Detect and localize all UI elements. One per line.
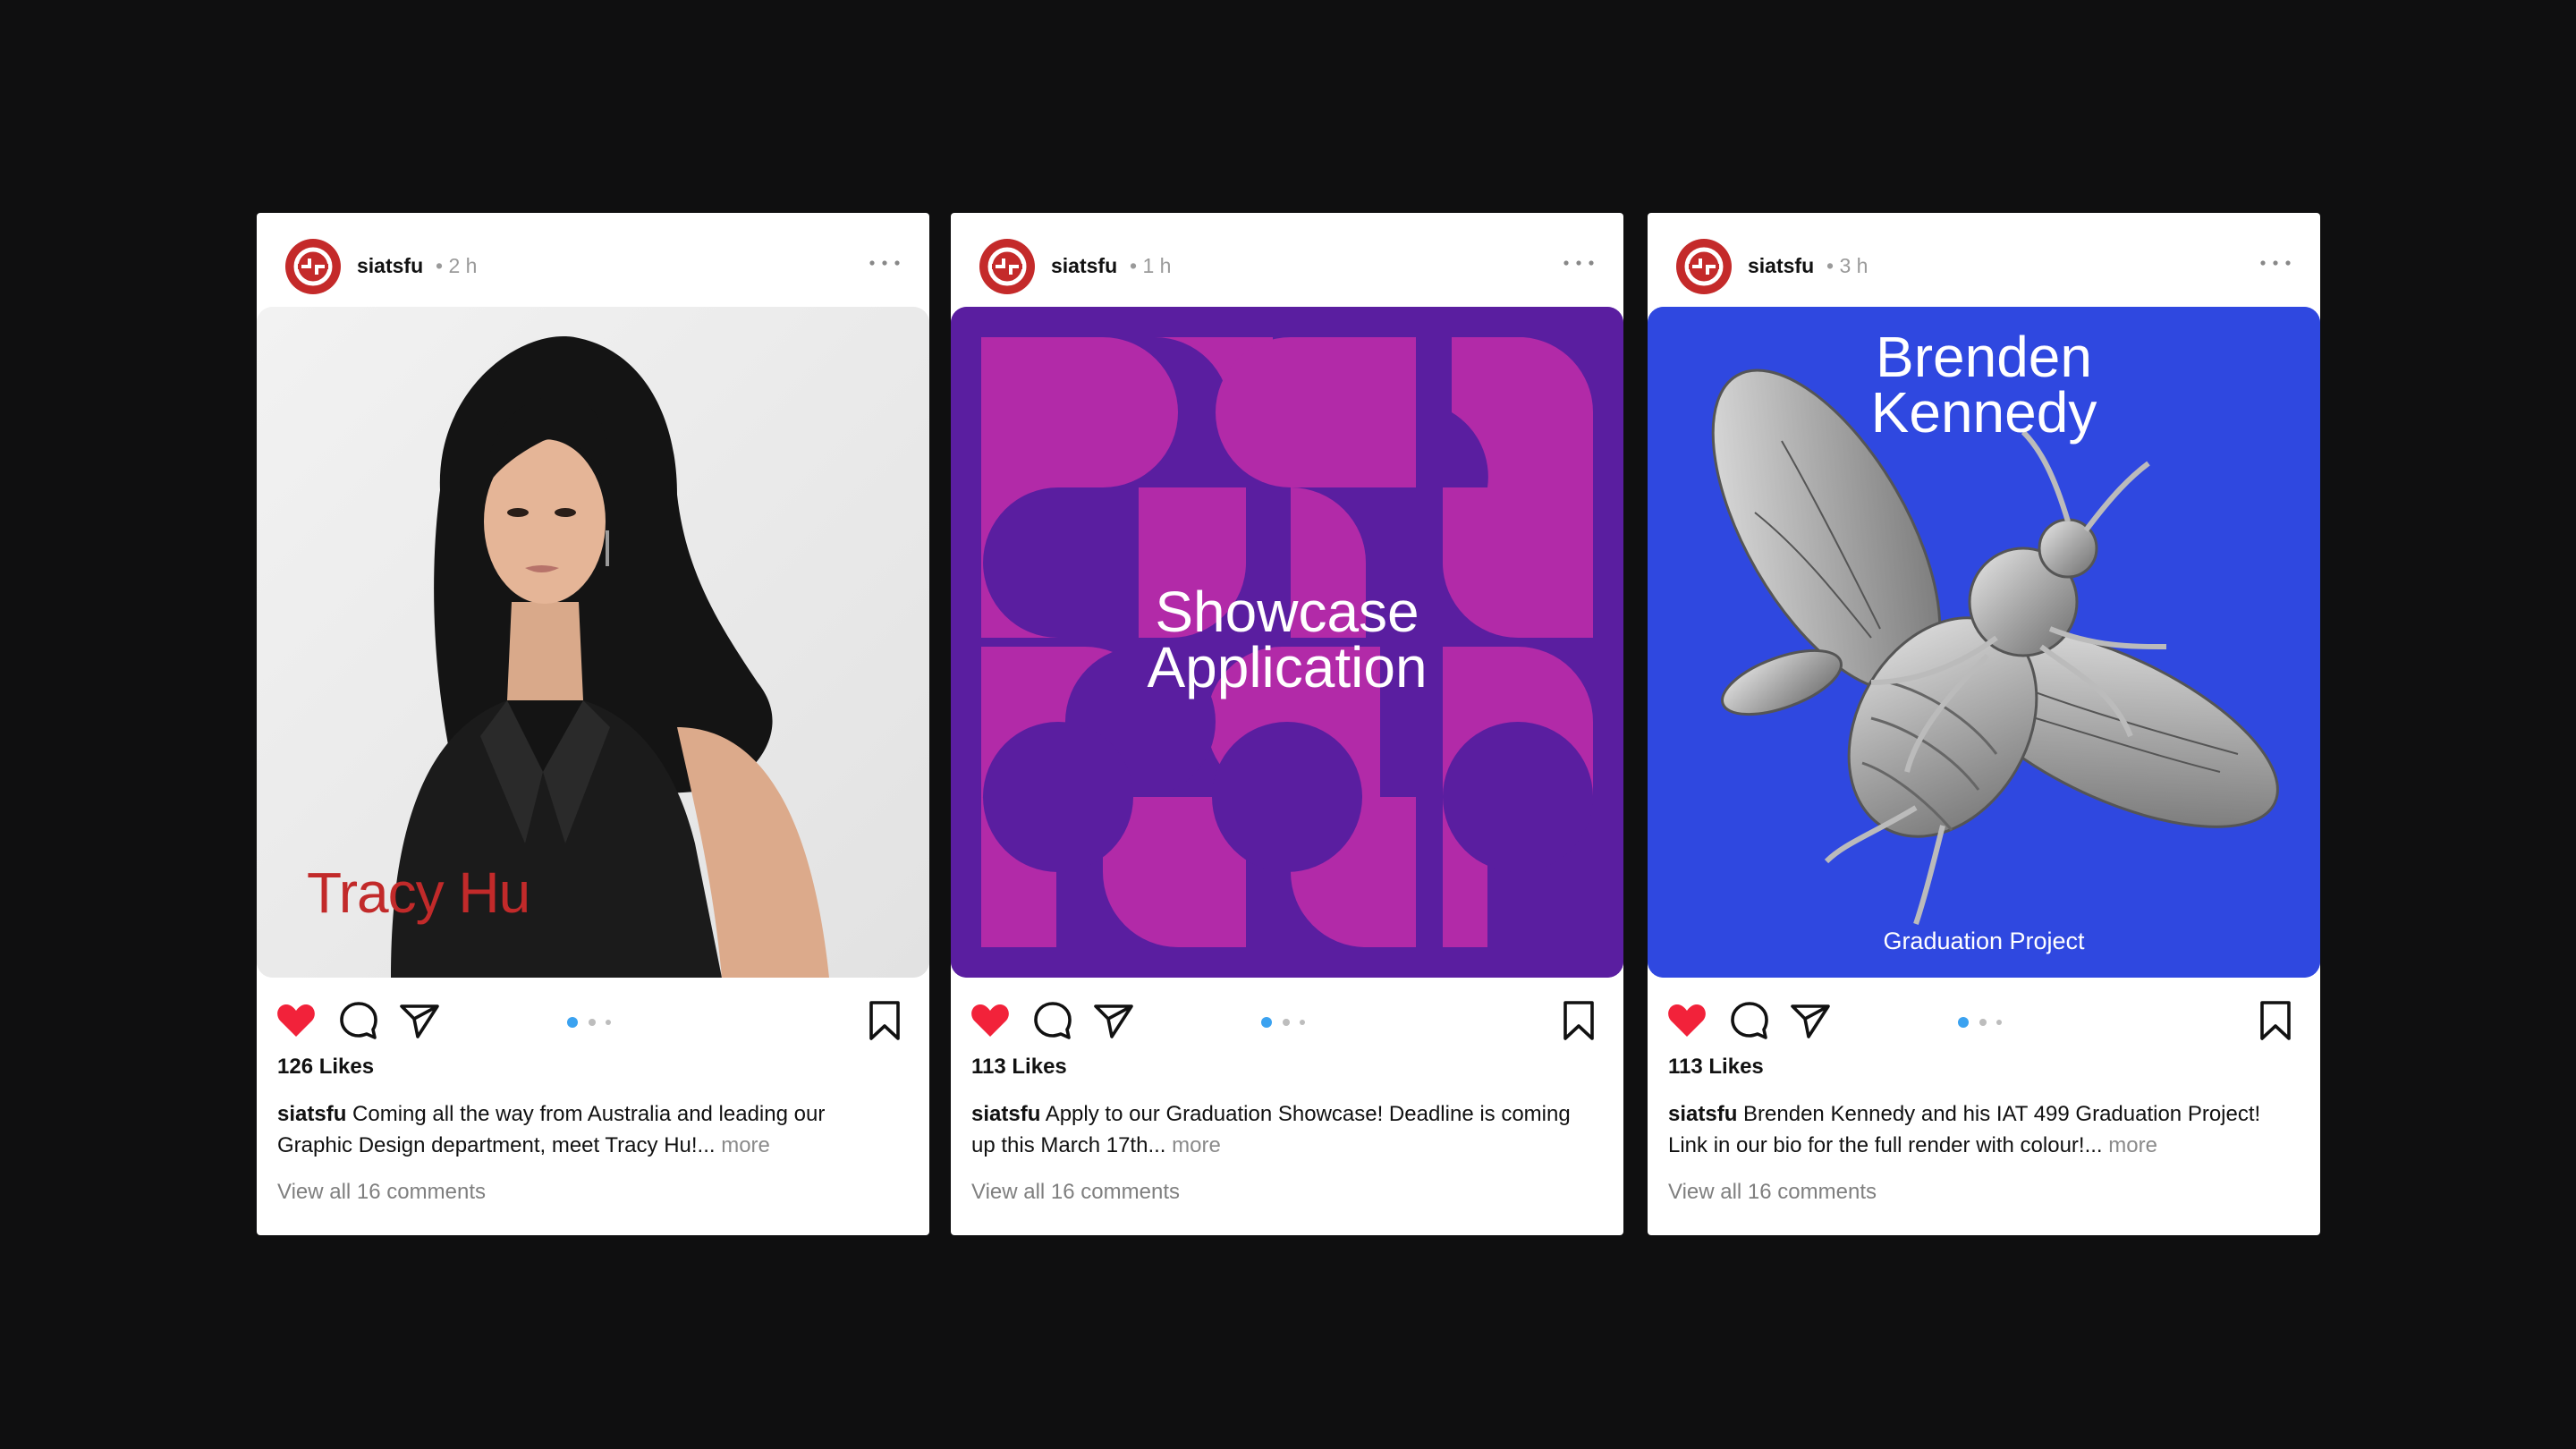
carousel-indicator [1958, 1017, 2002, 1028]
graduation-project-label: Graduation Project [1883, 928, 2085, 954]
more-dots-icon[interactable] [1563, 256, 1595, 270]
bookmark-icon[interactable] [1557, 999, 1600, 1042]
post-media-graduation-project[interactable]: Brenden Kennedy Graduation Project [1648, 307, 2320, 978]
comment-bubble-icon[interactable] [1728, 999, 1771, 1042]
likes-count[interactable]: 113 Likes [1668, 1054, 1764, 1080]
post-header: siatsfu • 1 h [951, 213, 1623, 307]
likes-count[interactable]: 126 Likes [277, 1054, 374, 1080]
post-time: • 2 h [436, 254, 478, 277]
carousel-indicator [1261, 1017, 1305, 1028]
caption-text-line2: Link in our bio for the full render with… [1668, 1133, 2103, 1157]
student-last-name: Kennedy [1870, 380, 2097, 445]
post-card-showcase: siatsfu • 1 h Showcase Application 113 L… [951, 213, 1623, 1235]
caption-text-line2: up this March 17th... [971, 1133, 1166, 1157]
post-caption: siatsfu Coming all the way from Australi… [277, 1098, 903, 1161]
caption-username[interactable]: siatsfu [277, 1102, 346, 1126]
post-media-portrait[interactable]: Tracy Hu [257, 307, 929, 978]
comment-bubble-icon[interactable] [337, 999, 380, 1042]
post-card-brenden-kennedy: siatsfu • 3 h Brenden Kennedy Graduation… [1648, 213, 2320, 1235]
siat-logo-icon[interactable] [1676, 239, 1732, 294]
more-dots-icon[interactable] [869, 256, 901, 270]
showcase-title-line2: Application [1147, 635, 1428, 699]
caption-text-line2: Graphic Design department, meet Tracy Hu… [277, 1133, 716, 1157]
post-username[interactable]: siatsfu [1051, 252, 1117, 279]
heart-icon[interactable] [275, 999, 318, 1042]
view-comments-link[interactable]: View all 16 comments [1668, 1179, 1877, 1206]
post-header: siatsfu • 2 h [257, 213, 929, 307]
caption-username[interactable]: siatsfu [971, 1102, 1040, 1126]
paper-plane-icon[interactable] [398, 999, 441, 1042]
featured-name: Tracy Hu [307, 860, 530, 925]
showcase-title: Showcase Application [951, 580, 1623, 699]
post-time: • 3 h [1826, 254, 1868, 277]
student-first-name: Brenden [1876, 325, 2092, 389]
caption-username[interactable]: siatsfu [1668, 1102, 1737, 1126]
paper-plane-icon[interactable] [1789, 999, 1832, 1042]
likes-count[interactable]: 113 Likes [971, 1054, 1067, 1080]
caption-text-line1: Apply to our Graduation Showcase! Deadli… [1045, 1102, 1571, 1126]
post-caption: siatsfu Apply to our Graduation Showcase… [971, 1098, 1597, 1161]
view-comments-link[interactable]: View all 16 comments [277, 1179, 486, 1206]
bookmark-icon[interactable] [863, 999, 906, 1042]
post-caption: siatsfu Brenden Kennedy and his IAT 499 … [1668, 1098, 2294, 1161]
caption-more-link[interactable]: more [721, 1133, 770, 1157]
post-time: • 1 h [1130, 254, 1172, 277]
post-media-showcase[interactable]: Showcase Application [951, 307, 1623, 978]
more-dots-icon[interactable] [2259, 256, 2292, 270]
paper-plane-icon[interactable] [1092, 999, 1135, 1042]
student-name-title: Brenden Kennedy [1648, 325, 2320, 445]
carousel-indicator [567, 1017, 611, 1028]
post-card-tracy-hu: siatsfu • 2 h Tracy Hu 126 Likes siatsfu… [257, 213, 929, 1235]
feed-stage: siatsfu • 2 h Tracy Hu 126 Likes siatsfu… [0, 0, 2576, 1449]
heart-icon[interactable] [969, 999, 1012, 1042]
heart-icon[interactable] [1665, 999, 1708, 1042]
view-comments-link[interactable]: View all 16 comments [971, 1179, 1180, 1206]
comment-bubble-icon[interactable] [1031, 999, 1074, 1042]
showcase-title-line1: Showcase [1155, 580, 1419, 644]
caption-text-line1: Coming all the way from Australia and le… [352, 1102, 826, 1126]
siat-logo-icon[interactable] [979, 239, 1035, 294]
caption-more-link[interactable]: more [2108, 1133, 2157, 1157]
caption-text-line1: Brenden Kennedy and his IAT 499 Graduati… [1743, 1102, 2261, 1126]
siat-logo-icon[interactable] [285, 239, 341, 294]
post-header: siatsfu • 3 h [1648, 213, 2320, 307]
bookmark-icon[interactable] [2254, 999, 2297, 1042]
post-username[interactable]: siatsfu [357, 252, 423, 279]
caption-more-link[interactable]: more [1172, 1133, 1221, 1157]
post-username[interactable]: siatsfu [1748, 252, 1814, 279]
